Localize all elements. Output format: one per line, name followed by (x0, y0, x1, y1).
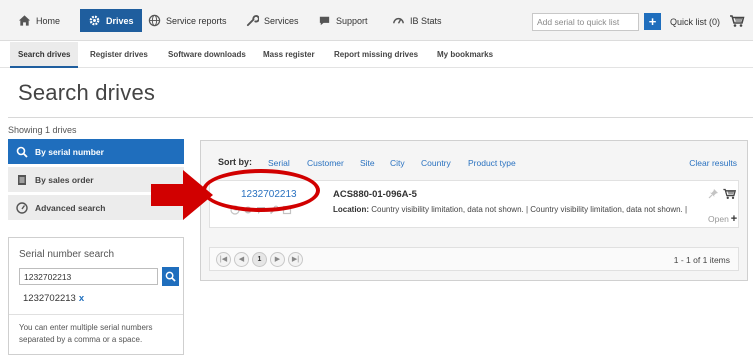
last-page-button[interactable]: ▶| (288, 252, 303, 267)
serial-search-title: Serial number search (19, 249, 115, 260)
sidebar-item-label: By sales order (35, 174, 94, 185)
wrench-icon (246, 14, 259, 27)
title-divider (8, 117, 753, 118)
nav-support-label: Support (336, 15, 368, 26)
nav-service-reports-label: Service reports (166, 15, 227, 26)
cart-icon[interactable] (729, 12, 745, 28)
serial-search-button[interactable] (162, 267, 179, 286)
chat-icon (318, 14, 331, 27)
results-count: Showing 1 drives (8, 125, 77, 135)
quick-list-serial-input[interactable] (532, 13, 639, 31)
open-label: Open (708, 214, 729, 224)
sort-by-country[interactable]: Country (421, 158, 451, 168)
gauge-icon (392, 14, 405, 27)
nav-ib-stats-label: IB Stats (410, 15, 442, 26)
subnav-register-drives[interactable]: Register drives (90, 42, 148, 68)
subnav-mass-register[interactable]: Mass register (263, 42, 315, 68)
nav-drives[interactable]: Drives (80, 9, 142, 32)
nav-support[interactable]: Support (310, 9, 376, 32)
drive-location: Location: Country visibility limitation,… (333, 205, 693, 215)
serial-tag: 1232702213 x (23, 293, 84, 304)
nav-home-label: Home (36, 15, 61, 26)
nav-home[interactable]: Home (10, 9, 68, 32)
subnav-search-drives[interactable]: Search drives (10, 42, 79, 68)
sort-by-customer[interactable]: Customer (307, 158, 344, 168)
location-label: Location: (333, 205, 369, 214)
sort-by-serial[interactable]: Serial (268, 158, 290, 168)
location-text: Country visibility limitation, data not … (371, 205, 688, 214)
sort-by-city[interactable]: City (390, 158, 405, 168)
nav-drives-label: Drives (106, 15, 134, 26)
open-plus-icon: + (730, 213, 738, 225)
nav-ib-stats[interactable]: IB Stats (384, 9, 450, 32)
sidebar-item-label: By serial number (35, 146, 104, 157)
previous-page-button[interactable]: ◀ (234, 252, 249, 267)
sort-by-product-type[interactable]: Product type (468, 158, 516, 168)
bookmark-pin-icon[interactable] (708, 188, 719, 199)
nav-services-label: Services (264, 15, 299, 26)
sort-by-label: Sort by: (218, 157, 253, 167)
serial-search-help-text: You can enter multiple serial numbers se… (19, 323, 153, 344)
pagination-info: 1 - 1 of 1 items (673, 255, 730, 265)
drive-product-type: ACS880-01-096A-5 (333, 189, 417, 200)
subnav-report-missing-drives[interactable]: Report missing drives (334, 42, 418, 68)
subnav-software-downloads[interactable]: Software downloads (168, 42, 246, 68)
first-page-button[interactable]: |◀ (216, 252, 231, 267)
search-icon (165, 271, 176, 282)
sidebar-item-by-serial-number[interactable]: By serial number (8, 139, 184, 164)
nav-services[interactable]: Services (238, 9, 307, 32)
subnav-my-bookmarks[interactable]: My bookmarks (437, 42, 493, 68)
nav-service-reports[interactable]: Service reports (140, 9, 235, 32)
quick-list-link[interactable]: Quick list (0) (670, 13, 720, 31)
sort-by-site[interactable]: Site (360, 158, 375, 168)
remove-serial-tag-button[interactable]: x (79, 293, 84, 304)
globe-icon (148, 14, 161, 27)
current-page-button[interactable]: 1 (252, 252, 267, 267)
serial-number-search-panel: Serial number search 1232702213x You can… (8, 237, 184, 355)
drives-subnav: Search drives Register drives Software d… (0, 42, 753, 68)
annotation-highlight-oval (202, 169, 320, 212)
open-drive-button[interactable]: Open + (708, 213, 737, 225)
serial-search-input[interactable] (19, 268, 158, 285)
serial-search-separator (9, 314, 183, 315)
add-to-quick-list-button[interactable]: + (644, 13, 661, 30)
sidebar-item-label: Advanced search (35, 202, 106, 213)
top-navigation-bar: Home Drives Service reports Services Sup… (0, 0, 753, 41)
next-page-button[interactable]: ▶ (270, 252, 285, 267)
gauge-icon (16, 201, 28, 214)
home-icon (18, 14, 31, 27)
page-title: Search drives (18, 80, 156, 105)
clear-results-link[interactable]: Clear results (689, 158, 737, 168)
search-icon (16, 146, 28, 158)
pagination: |◀ ◀ 1 ▶ ▶| 1 - 1 of 1 items (209, 247, 739, 271)
serial-tag-label: 1232702213 (23, 293, 76, 304)
document-icon (18, 174, 26, 185)
add-to-cart-icon[interactable] (722, 186, 737, 200)
gear-icon (88, 14, 101, 27)
